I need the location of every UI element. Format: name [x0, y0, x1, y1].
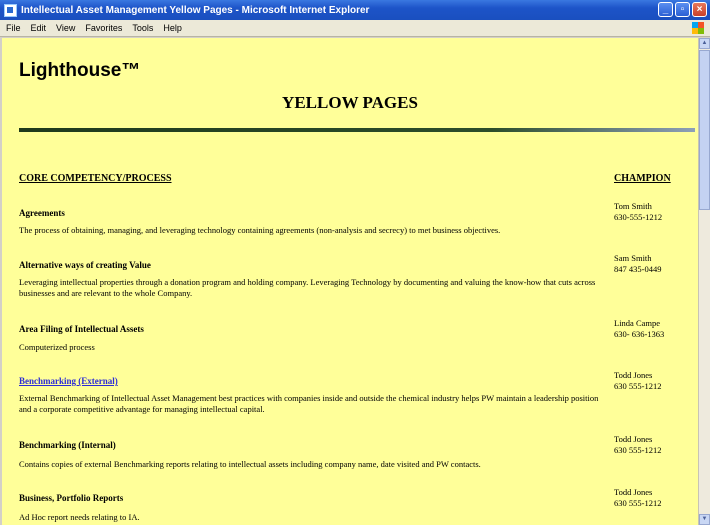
- entry-title-agreements: Agreements: [19, 208, 65, 218]
- menu-edit[interactable]: Edit: [31, 23, 47, 33]
- vertical-scrollbar[interactable]: ▲ ▼: [698, 38, 710, 525]
- entry-desc: External Benchmarking of Intellectual As…: [19, 393, 599, 414]
- entry-title-area-filing: Area Filing of Intellectual Assets: [19, 324, 144, 334]
- entry-desc: Ad Hoc report needs relating to IA.: [19, 512, 140, 522]
- entry-title-business-portfolio: Business, Portfolio Reports: [19, 493, 124, 503]
- entry-desc: Contains copies of external Benchmarking…: [19, 459, 481, 469]
- close-button[interactable]: ×: [692, 2, 707, 17]
- champion-phone: 630 555-1212: [614, 381, 662, 391]
- entry-title-alternative-value: Alternative ways of creating Value: [19, 260, 151, 270]
- menu-favorites[interactable]: Favorites: [85, 23, 122, 33]
- header-divider: [19, 128, 695, 132]
- entry-link-benchmarking-external[interactable]: Benchmarking (External): [19, 376, 118, 386]
- champion-phone: 630 555-1212: [614, 445, 662, 455]
- entry-desc: Computerized process: [19, 342, 95, 352]
- column-header-process: CORE COMPETENCY/PROCESS: [19, 173, 172, 184]
- menu-file[interactable]: File: [6, 23, 21, 33]
- champion-phone: 630 555-1212: [614, 498, 662, 508]
- champion-phone: 630-555-1212: [614, 212, 663, 222]
- windows-logo-icon: [692, 22, 704, 34]
- ie-icon: [4, 3, 17, 17]
- champion-name: Todd Jones: [614, 487, 653, 497]
- scroll-thumb[interactable]: [699, 50, 710, 210]
- menu-view[interactable]: View: [56, 23, 75, 33]
- scroll-up-icon[interactable]: ▲: [699, 38, 710, 49]
- entry-desc: The process of obtaining, managing, and …: [19, 225, 501, 235]
- champion-name: Tom Smith: [614, 201, 652, 211]
- champion-name: Todd Jones: [614, 370, 653, 380]
- scroll-down-icon[interactable]: ▼: [699, 514, 710, 525]
- page-title: YELLOW PAGES: [282, 93, 418, 112]
- champion-phone: 630- 636-1363: [614, 329, 665, 339]
- entry-title-benchmarking-internal: Benchmarking (Internal): [19, 440, 116, 450]
- restore-button[interactable]: ▫: [675, 2, 690, 17]
- column-header-champion: CHAMPION: [614, 173, 671, 184]
- window-title: Intellectual Asset Management Yellow Pag…: [21, 4, 370, 16]
- menu-tools[interactable]: Tools: [132, 23, 153, 33]
- champion-name: Sam Smith: [614, 253, 652, 263]
- champion-phone: 847 435-0449: [614, 264, 662, 274]
- window-titlebar: Intellectual Asset Management Yellow Pag…: [0, 0, 710, 20]
- champion-name: Todd Jones: [614, 434, 653, 444]
- entry-desc: Leveraging intellectual properties throu…: [19, 277, 596, 298]
- champion-name: Linda Campe: [614, 318, 661, 328]
- menu-help[interactable]: Help: [163, 23, 182, 33]
- minimize-button[interactable]: _: [658, 2, 673, 17]
- page-content: Lighthouse™ YELLOW PAGES CORE COMPETENCY…: [2, 38, 698, 525]
- menu-bar: File Edit View Favorites Tools Help: [0, 20, 710, 37]
- brand-logo: Lighthouse™: [19, 60, 141, 81]
